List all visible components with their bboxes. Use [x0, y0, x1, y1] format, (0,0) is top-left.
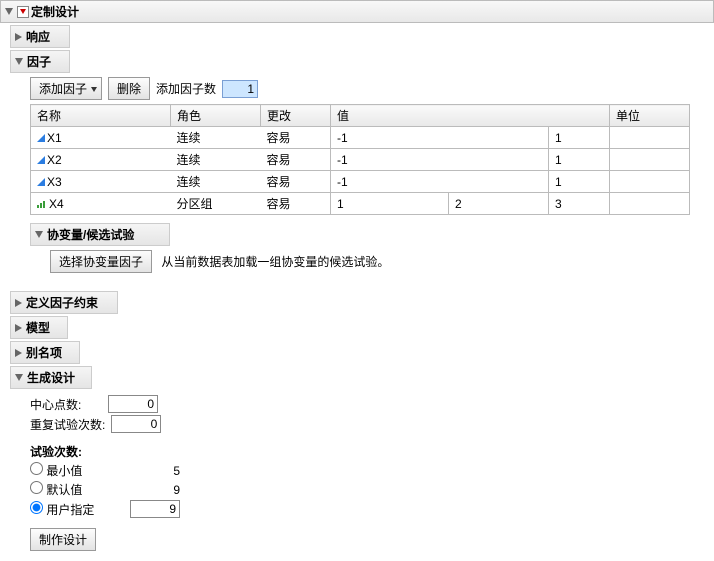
- section-model[interactable]: 模型: [10, 316, 68, 339]
- default-value: 9: [120, 483, 180, 497]
- section-factor[interactable]: 因子: [10, 50, 70, 73]
- main-header[interactable]: 定制设计: [0, 0, 714, 23]
- add-factor-button[interactable]: 添加因子: [30, 77, 102, 100]
- replicates-label: 重复试验次数:: [30, 416, 105, 433]
- factor-toolbar: 添加因子 删除 添加因子数: [30, 77, 704, 100]
- chevron-right-icon: [15, 33, 22, 41]
- section-generate[interactable]: 生成设计: [10, 366, 92, 389]
- section-alias[interactable]: 别名项: [10, 341, 80, 364]
- replicates-input[interactable]: [111, 415, 161, 433]
- table-row[interactable]: X3 连续 容易 -1 1: [31, 171, 690, 193]
- chevron-down-icon: [15, 374, 23, 381]
- col-role[interactable]: 角色: [171, 105, 261, 127]
- radio-default[interactable]: 默认值: [30, 481, 120, 498]
- radio-default-input[interactable]: [30, 481, 43, 494]
- add-count-label: 添加因子数: [156, 80, 216, 97]
- user-runs-input[interactable]: [130, 500, 180, 518]
- continuous-icon: [37, 134, 45, 142]
- red-menu-icon[interactable]: [17, 6, 29, 18]
- radio-user-input[interactable]: [30, 501, 43, 514]
- constraint-title: 定义因子约束: [26, 294, 98, 311]
- center-points-label: 中心点数:: [30, 396, 102, 413]
- categorical-icon: [37, 200, 47, 208]
- section-response[interactable]: 响应: [10, 25, 70, 48]
- runs-label: 试验次数:: [30, 445, 82, 459]
- col-change[interactable]: 更改: [261, 105, 331, 127]
- chevron-down-icon: [15, 58, 23, 65]
- continuous-icon: [37, 178, 45, 186]
- response-title: 响应: [26, 28, 50, 45]
- continuous-icon: [37, 156, 45, 164]
- model-title: 模型: [26, 319, 50, 336]
- chevron-down-icon: [91, 87, 97, 92]
- min-value: 5: [120, 464, 180, 478]
- section-covariate[interactable]: 协变量/候选试验: [30, 223, 170, 246]
- chevron-down-icon: [5, 8, 13, 15]
- chevron-down-icon: [35, 231, 43, 238]
- remove-factor-button[interactable]: 删除: [108, 77, 150, 100]
- factor-table: 名称 角色 更改 值 单位 X1 连续 容易 -1 1 X2: [30, 104, 690, 215]
- table-row[interactable]: X2 连续 容易 -1 1: [31, 149, 690, 171]
- table-row[interactable]: X1 连续 容易 -1 1: [31, 127, 690, 149]
- covariate-help: 从当前数据表加载一组协变量的候选试验。: [161, 255, 389, 269]
- chevron-right-icon: [15, 324, 22, 332]
- select-covariate-button[interactable]: 选择协变量因子: [50, 250, 152, 273]
- center-points-input[interactable]: [108, 395, 158, 413]
- table-row[interactable]: X4 分区组 容易 1 2 3: [31, 193, 690, 215]
- alias-title: 别名项: [26, 344, 62, 361]
- add-count-input[interactable]: [222, 80, 258, 98]
- radio-min-input[interactable]: [30, 462, 43, 475]
- make-design-button[interactable]: 制作设计: [30, 528, 96, 551]
- section-constraint[interactable]: 定义因子约束: [10, 291, 118, 314]
- covariate-title: 协变量/候选试验: [47, 226, 134, 243]
- col-value[interactable]: 值: [331, 105, 610, 127]
- col-unit[interactable]: 单位: [610, 105, 690, 127]
- radio-min[interactable]: 最小值: [30, 462, 120, 479]
- chevron-right-icon: [15, 299, 22, 307]
- main-title: 定制设计: [31, 3, 79, 20]
- generate-title: 生成设计: [27, 369, 75, 386]
- factor-title: 因子: [27, 53, 51, 70]
- col-name[interactable]: 名称: [31, 105, 171, 127]
- chevron-right-icon: [15, 349, 22, 357]
- radio-user[interactable]: 用户指定: [30, 501, 120, 518]
